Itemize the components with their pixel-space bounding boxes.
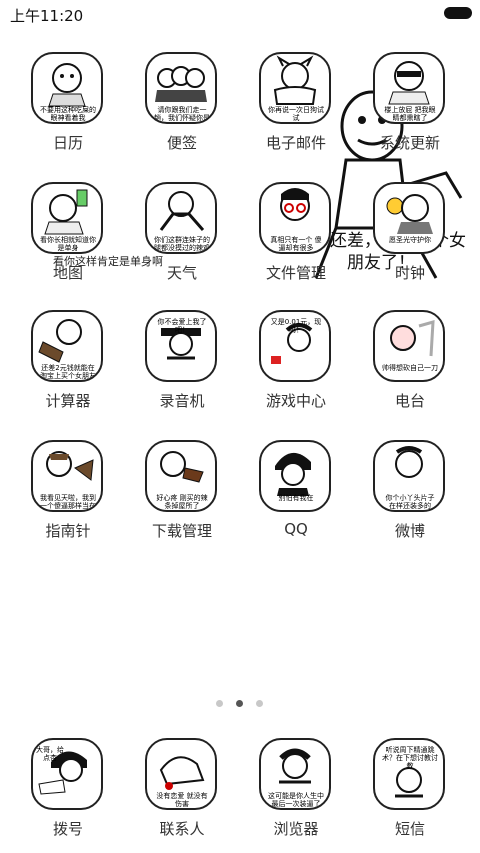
icon-caption: 真相只有一个 傻逼却有很多 xyxy=(270,236,322,252)
app-contacts[interactable]: 没有恋爱 就没有伤害 联系人 xyxy=(127,730,237,840)
app-system-update[interactable]: 楼上放屁 把我眼睛都熏瞎了 系统更新 xyxy=(355,44,465,154)
app-qq[interactable]: 别怕有我在 QQ xyxy=(241,432,351,542)
page-dot-3[interactable] xyxy=(256,700,263,707)
icon-caption: 没有恋爱 就没有伤害 xyxy=(156,792,208,808)
app-download-manager[interactable]: 好心疼 刚买的辣条掉屋所了 下载管理 xyxy=(127,432,237,542)
page-indicator[interactable] xyxy=(210,700,270,710)
app-label: 指南针 xyxy=(45,522,91,540)
weibo-app-icon: 你个小丫头片子 在样还装多的 xyxy=(373,440,445,512)
app-label: QQ xyxy=(284,520,308,538)
dock: 大哥，给点杏 拨号 没有恋爱 就没有伤害 联系人 这可能是你人生中最后一次装逼了… xyxy=(0,730,480,853)
icon-caption: 又是0.01元，现吗！ xyxy=(270,318,322,334)
app-label: 拨号 xyxy=(52,820,83,838)
status-time: 上午11:20 xyxy=(10,7,84,25)
map-app-icon: 看你长相就知道你是单身 xyxy=(31,182,103,254)
system-update-app-icon: 楼上放屁 把我眼睛都熏瞎了 xyxy=(373,52,445,124)
icon-caption: 愿圣光守护你 xyxy=(389,236,431,244)
app-label: 下载管理 xyxy=(151,522,212,540)
app-messages[interactable]: 听说周下精通跳术？在下想讨教讨教 短信 xyxy=(355,730,465,840)
app-email[interactable]: 你再说一次日狗试试 电子邮件 xyxy=(241,44,351,154)
icon-caption: 不要用这种吃屎的眼神看着我 xyxy=(40,106,96,122)
compass-app-icon: 我看见天啦，我到一个傻逼那样当在你面前看我下真是不幸 xyxy=(31,440,103,512)
download-manager-app-icon: 好心疼 刚买的辣条掉屋所了 xyxy=(145,440,217,512)
weather-app-icon: 你们这群连妹子的腿都没摸过的辣鸡 xyxy=(145,182,217,254)
icon-caption: 别怕有我在 xyxy=(278,494,314,502)
app-file-manager[interactable]: 真相只有一个 傻逼却有很多 文件管理 xyxy=(241,174,351,284)
status-bar: 上午11:20 xyxy=(0,0,480,28)
icon-caption: 你不会爱上我了吧！ xyxy=(157,318,207,334)
app-clock[interactable]: 愿圣光守护你 时钟 xyxy=(355,174,465,284)
messages-app-icon: 听说周下精通跳术？在下想讨教讨教 xyxy=(373,738,445,810)
icon-caption: 请你跟我们走一趟，我们怀疑你是单身 xyxy=(154,106,210,122)
qq-app-icon: 别怕有我在 xyxy=(259,440,331,512)
battery-icon xyxy=(444,7,472,19)
app-map[interactable]: 看你长相就知道你是单身 地图 xyxy=(13,174,123,284)
app-label: 便签 xyxy=(166,134,197,152)
app-label: 天气 xyxy=(166,264,197,282)
app-weibo[interactable]: 你个小丫头片子 在样还装多的 微博 xyxy=(355,432,465,542)
icon-caption: 看你长相就知道你是单身 xyxy=(40,236,96,252)
icon-caption: 这可能是你人生中最后一次装逼了 xyxy=(268,792,324,808)
app-weather[interactable]: 你们这群连妹子的腿都没摸过的辣鸡 天气 xyxy=(127,174,237,284)
email-app-icon: 你再说一次日狗试试 xyxy=(259,52,331,124)
game-center-app-icon: 又是0.01元，现吗！ xyxy=(259,310,331,382)
app-label: 计算器 xyxy=(45,392,91,410)
app-label: 系统更新 xyxy=(379,134,440,152)
icon-caption: 还差2元钱就能在淘宝上买个女朋友了 xyxy=(40,364,96,380)
icon-caption: 你们这群连妹子的腿都没摸过的辣鸡 xyxy=(154,236,210,252)
app-label: 日历 xyxy=(52,134,83,152)
icon-caption: 帅得想砍自己一刀 xyxy=(382,364,438,372)
icon-caption: 听说周下精通跳术？在下想讨教讨教 xyxy=(382,746,438,770)
notes-app-icon: 请你跟我们走一趟，我们怀疑你是单身 xyxy=(145,52,217,124)
app-game-center[interactable]: 又是0.01元，现吗！ 游戏中心 xyxy=(241,302,351,412)
radio-app-icon: 帅得想砍自己一刀 xyxy=(373,310,445,382)
clock-app-icon: 愿圣光守护你 xyxy=(373,182,445,254)
app-label: 文件管理 xyxy=(265,264,326,282)
app-label: 微博 xyxy=(394,522,425,540)
app-dialer[interactable]: 大哥，给点杏 拨号 xyxy=(13,730,123,840)
contacts-app-icon: 没有恋爱 就没有伤害 xyxy=(145,738,217,810)
app-notes[interactable]: 请你跟我们走一趟，我们怀疑你是单身 便签 xyxy=(127,44,237,154)
browser-app-icon: 这可能是你人生中最后一次装逼了 xyxy=(259,738,331,810)
app-recorder[interactable]: 你不会爱上我了吧！ 录音机 xyxy=(127,302,237,412)
app-compass[interactable]: 我看见天啦，我到一个傻逼那样当在你面前看我下真是不幸 指南针 xyxy=(13,432,123,542)
icon-caption: 你个小丫头片子 在样还装多的 xyxy=(385,494,435,510)
calculator-app-icon: 还差2元钱就能在淘宝上买个女朋友了 xyxy=(31,310,103,382)
icon-caption: 好心疼 刚买的辣条掉屋所了 xyxy=(156,494,208,510)
app-label: 时钟 xyxy=(394,264,425,282)
calendar-app-icon: 不要用这种吃屎的眼神看着我 xyxy=(31,52,103,124)
icon-caption: 大哥，给点杏 xyxy=(36,746,64,762)
page-dot-2[interactable] xyxy=(236,700,243,707)
icon-caption: 楼上放屁 把我眼睛都熏瞎了 xyxy=(384,106,436,122)
app-label: 浏览器 xyxy=(273,820,319,838)
app-label: 联系人 xyxy=(159,820,205,838)
app-label: 短信 xyxy=(394,820,425,838)
icon-caption: 我看见天啦，我到一个傻逼那样当在你面前看我下真是不幸 xyxy=(40,494,96,510)
app-radio[interactable]: 帅得想砍自己一刀 电台 xyxy=(355,302,465,412)
app-browser[interactable]: 这可能是你人生中最后一次装逼了 浏览器 xyxy=(241,730,351,840)
app-label: 电子邮件 xyxy=(265,134,326,152)
page-dot-1[interactable] xyxy=(216,700,223,707)
dialer-app-icon: 大哥，给点杏 xyxy=(31,738,103,810)
app-calendar[interactable]: 不要用这种吃屎的眼神看着我 日历 xyxy=(13,44,123,154)
app-label: 地图 xyxy=(52,264,83,282)
app-label: 录音机 xyxy=(159,392,205,410)
icon-caption: 你再说一次日狗试试 xyxy=(268,106,324,122)
app-calculator[interactable]: 还差2元钱就能在淘宝上买个女朋友了 计算器 xyxy=(13,302,123,412)
file-manager-app-icon: 真相只有一个 傻逼却有很多 xyxy=(259,182,331,254)
recorder-app-icon: 你不会爱上我了吧！ xyxy=(145,310,217,382)
app-label: 游戏中心 xyxy=(265,392,326,410)
app-label: 电台 xyxy=(394,392,425,410)
